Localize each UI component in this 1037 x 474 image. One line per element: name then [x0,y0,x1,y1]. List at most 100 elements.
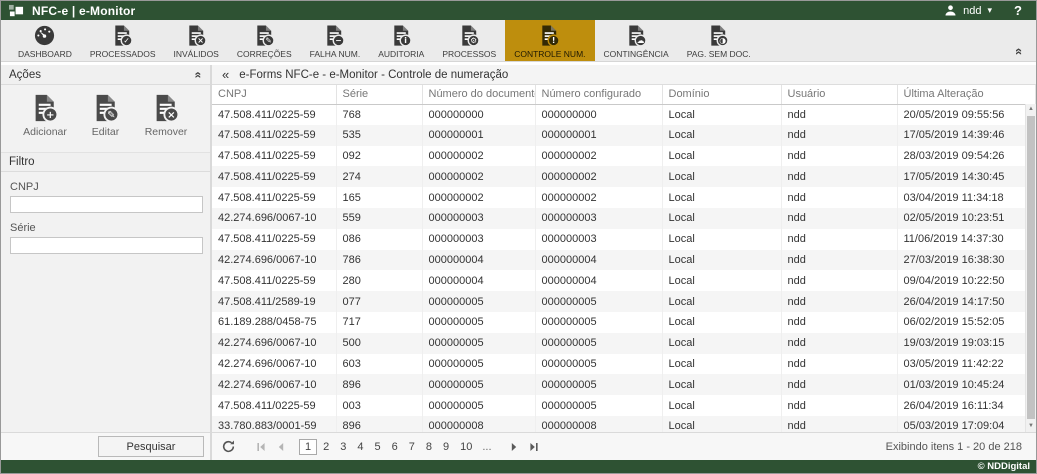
filter-fields: CNPJSérie [1,172,210,254]
toolbar-item-label: DASHBOARD [18,49,72,59]
column-header-numero-configurado[interactable]: Número configurado [535,85,662,104]
table-row[interactable]: 47.508.411/0225-59535000000001000000001L… [212,125,1036,146]
cell-numero-documento: 000000005 [422,312,535,333]
editar-button[interactable]: ✎Editar [76,93,136,138]
toolbar-item-controle-num[interactable]: !CONTROLE NUM. [505,20,594,61]
actions-panel-title: Ações [9,69,41,81]
table-row[interactable]: 47.508.411/0225-59086000000003000000003L… [212,229,1036,250]
gauge-icon [33,24,56,48]
toolbar-item-label: INVÁLIDOS [174,49,219,59]
table-row[interactable]: 47.508.411/2589-19077000000005000000005L… [212,291,1036,312]
cnpj-input[interactable] [10,196,203,213]
cell-numero-configurado: 000000005 [535,395,662,416]
table-row[interactable]: 42.274.696/0067-10559000000003000000003L… [212,208,1036,229]
cell-cnpj: 42.274.696/0067-10 [212,374,336,395]
cell-usuario: ndd [781,208,897,229]
cell-numero-documento: 000000005 [422,395,535,416]
column-header-serie[interactable]: Série [336,85,422,104]
table-row[interactable]: 33.780.883/0001-59896000000008000000008L… [212,416,1036,432]
action-button-label: Remover [145,126,188,138]
table-row[interactable]: 47.508.411/0225-59280000000004000000004L… [212,270,1036,291]
page-number-5[interactable]: 5 [370,440,386,454]
table-row[interactable]: 42.274.696/0067-10786000000004000000004L… [212,250,1036,271]
cnpj-label: CNPJ [10,181,201,193]
column-header-ultima-alteracao[interactable]: Última Alteração [897,85,1036,104]
table-row[interactable]: 42.274.696/0067-10896000000005000000005L… [212,374,1036,395]
doc-x-icon: × [185,24,208,48]
serie-input[interactable] [10,237,203,254]
scroll-up-icon[interactable]: ▲ [1026,104,1036,115]
cell-serie: 896 [336,374,422,395]
actions-collapse-icon[interactable]: « [192,71,206,78]
table-row[interactable]: 47.508.411/0225-59165000000002000000002L… [212,187,1036,208]
column-header-usuario[interactable]: Usuário [781,85,897,104]
toolbar-item-falha-num[interactable]: −FALHA NUM. [301,20,370,61]
table-row[interactable]: 47.508.411/0225-59003000000005000000005L… [212,395,1036,416]
column-header-dominio[interactable]: Domínio [662,85,781,104]
toolbar-item-processados[interactable]: ✓PROCESSADOS [81,20,165,61]
sidebar: Ações « +Adicionar✎Editar×Remover Filtro… [1,65,212,460]
scrollbar-thumb[interactable] [1027,116,1035,419]
page-number-4[interactable]: 4 [352,440,368,454]
next-page-button[interactable] [506,442,522,452]
titlebar: NFC-e | e-Monitor ndd ▾ ? [1,1,1036,20]
table-row[interactable]: 61.189.288/0458-75717000000005000000005L… [212,312,1036,333]
table-row[interactable]: 47.508.411/0225-59768000000000000000000L… [212,104,1036,125]
table-scrollbar[interactable]: ▲ ▼ [1025,104,1036,432]
cell-ultima-alteracao: 11/06/2019 14:37:30 [897,229,1036,250]
doc-check-icon: ✓ [111,24,134,48]
cell-ultima-alteracao: 27/03/2019 16:38:30 [897,250,1036,271]
cell-numero-documento: 000000000 [422,104,535,125]
toolbar-item-auditoria[interactable]: iAUDITORIA [369,20,433,61]
help-button[interactable]: ? [1014,3,1022,18]
user-icon [944,4,957,17]
toolbar-item-contingencia[interactable]: ☁CONTINGÊNCIA [595,20,678,61]
svg-text:☁: ☁ [636,36,644,45]
page-number-8[interactable]: 8 [421,440,437,454]
cell-serie: 274 [336,166,422,187]
page-number-9[interactable]: 9 [438,440,454,454]
page-number-6[interactable]: 6 [387,440,403,454]
previous-page-button[interactable] [273,442,289,452]
toolbar-item-correcoes[interactable]: ✎CORREÇÕES [228,20,301,61]
adicionar-button[interactable]: +Adicionar [15,93,75,138]
cell-numero-documento: 000000002 [422,187,535,208]
cell-serie: 086 [336,229,422,250]
action-button-label: Editar [92,126,119,138]
toolbar-item-pag-sem-doc[interactable]: ◑PAG. SEM DOC. [678,20,760,61]
first-page-button[interactable] [253,442,269,452]
table-row[interactable]: 47.508.411/0225-59274000000002000000002L… [212,166,1036,187]
cell-cnpj: 47.508.411/0225-59 [212,187,336,208]
toolbar-collapse-icon[interactable]: « [1012,48,1027,55]
chevron-down-icon[interactable]: ▾ [988,6,993,15]
last-page-button[interactable] [526,442,542,452]
sidebar-collapse-icon[interactable]: « [222,67,229,82]
page-number-10[interactable]: 10 [455,440,477,454]
page-number-3[interactable]: 3 [335,440,351,454]
scroll-down-icon[interactable]: ▼ [1026,421,1036,432]
svg-text:i: i [404,36,407,45]
cell-usuario: ndd [781,333,897,354]
refresh-icon[interactable] [222,440,235,453]
cell-usuario: ndd [781,125,897,146]
table-row[interactable]: 47.508.411/0225-59092000000002000000002L… [212,146,1036,167]
toolbar-item-processos[interactable]: ⚙PROCESSOS [433,20,505,61]
toolbar-item-invalidos[interactable]: ×INVÁLIDOS [165,20,228,61]
remover-button[interactable]: ×Remover [136,93,196,138]
cell-cnpj: 42.274.696/0067-10 [212,208,336,229]
doc-cloud-icon: ☁ [625,24,648,48]
column-header-numero-documento[interactable]: Número do documento [422,85,535,104]
page-number-2[interactable]: 2 [318,440,334,454]
cell-usuario: ndd [781,166,897,187]
page-number-7[interactable]: 7 [404,440,420,454]
column-header-cnpj[interactable]: CNPJ [212,85,336,104]
table-row[interactable]: 42.274.696/0067-10500000000005000000005L… [212,333,1036,354]
toolbar-item-dashboard[interactable]: DASHBOARD [9,20,81,61]
cell-cnpj: 33.780.883/0001-59 [212,416,336,432]
table-row[interactable]: 42.274.696/0067-10603000000005000000005L… [212,354,1036,375]
user-menu[interactable]: ndd [963,5,981,17]
page-number-1[interactable]: 1 [299,439,317,455]
numbering-table: CNPJSérieNúmero do documentoNúmero confi… [212,85,1036,432]
cell-numero-documento: 000000001 [422,125,535,146]
search-button[interactable]: Pesquisar [98,436,204,457]
